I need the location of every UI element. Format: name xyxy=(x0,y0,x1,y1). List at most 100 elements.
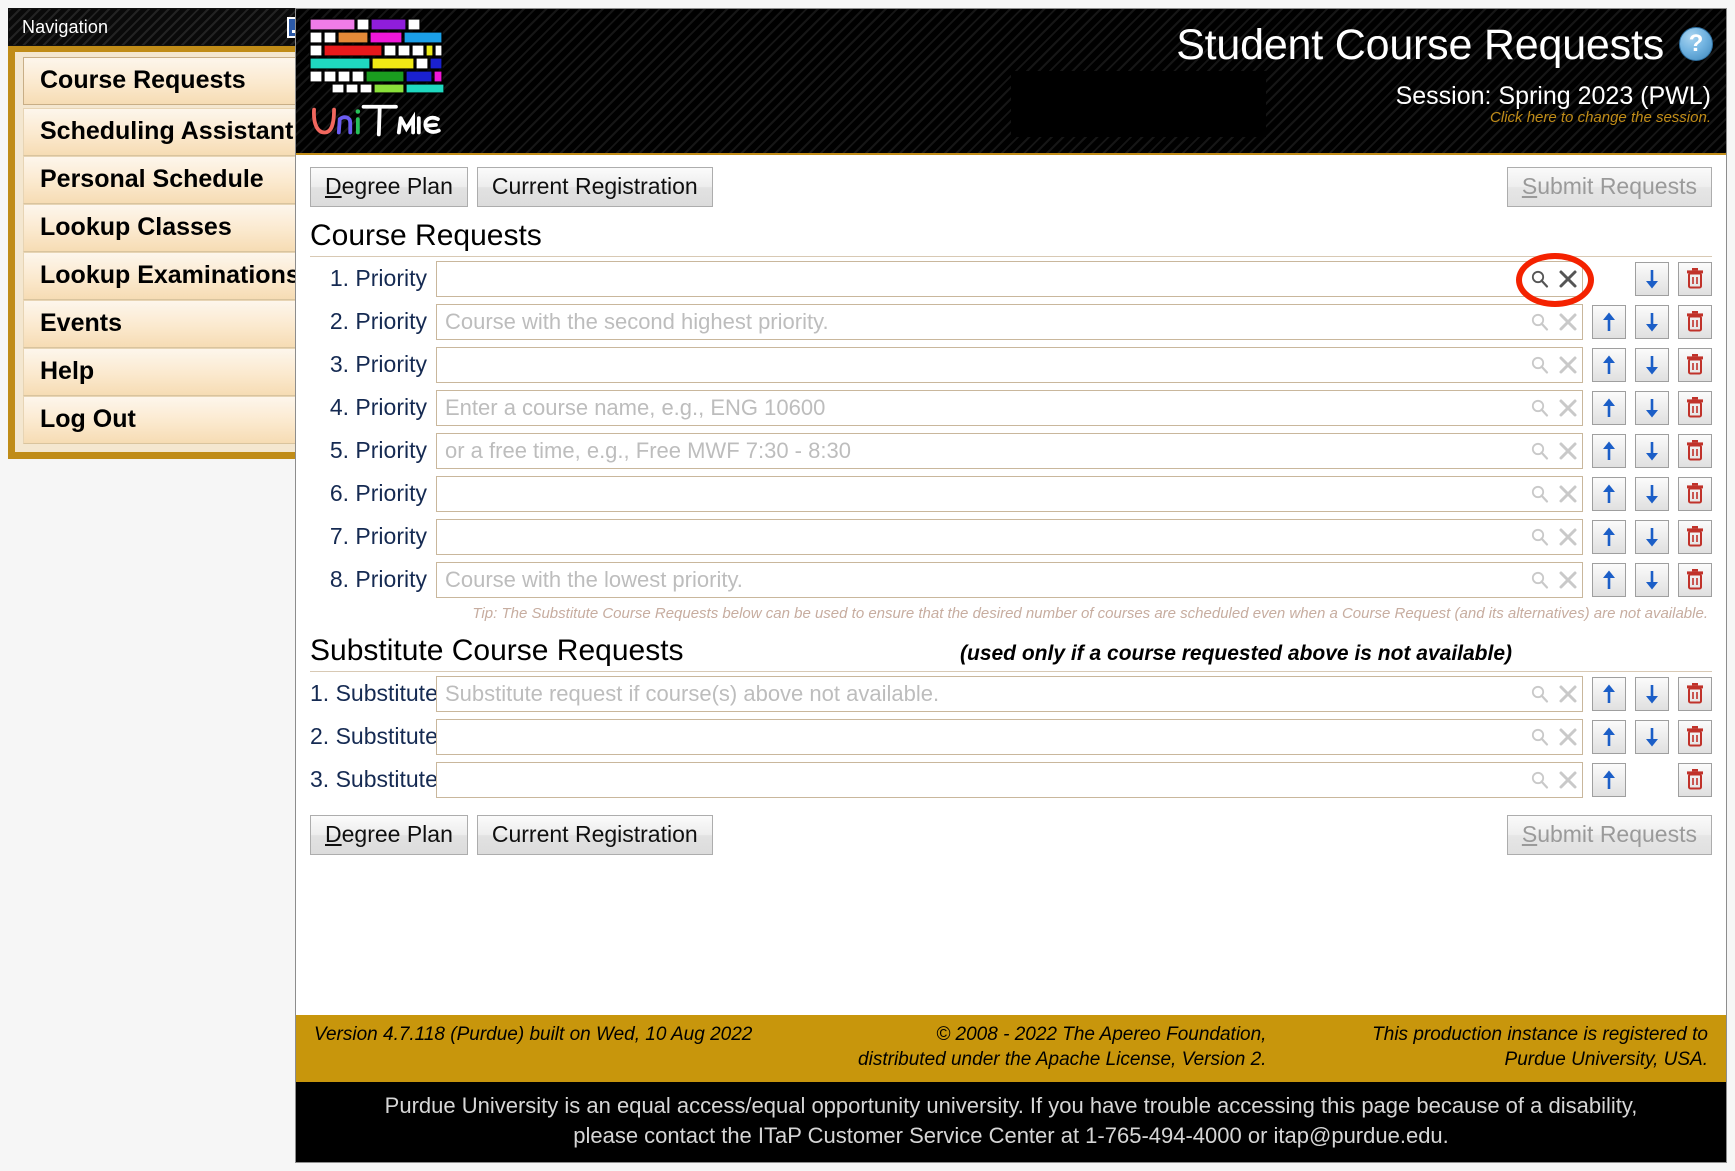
submit-accesskey: S xyxy=(1521,173,1538,199)
trash-icon[interactable] xyxy=(1678,476,1712,511)
clear-icon[interactable] xyxy=(1554,264,1582,294)
clear-icon[interactable] xyxy=(1554,522,1582,552)
search-icon[interactable] xyxy=(1526,436,1554,466)
search-icon[interactable] xyxy=(1526,350,1554,380)
course-request-input[interactable] xyxy=(437,520,1526,553)
sidebar-item-label: Course Requests xyxy=(40,66,246,94)
sidebar-item-lookup-examinations[interactable]: Lookup Examinations xyxy=(23,252,303,300)
arrow-up-icon[interactable] xyxy=(1592,304,1626,339)
search-icon[interactable] xyxy=(1526,765,1554,795)
sidebar-item-personal-schedule[interactable]: Personal Schedule xyxy=(23,156,303,204)
arrow-down-icon[interactable] xyxy=(1635,433,1669,468)
current-registration-button-bottom[interactable]: Current Registration xyxy=(476,815,713,856)
sidebar-item-course-requests[interactable]: Course Requests xyxy=(23,57,303,105)
request-row-label: 8. Priority xyxy=(329,566,427,593)
arrow-up-icon[interactable] xyxy=(1592,519,1626,554)
unitime-logo[interactable] xyxy=(308,17,450,144)
trash-icon[interactable] xyxy=(1678,519,1712,554)
search-icon[interactable] xyxy=(1526,307,1554,337)
sidebar-item-lookup-classes[interactable]: Lookup Classes xyxy=(23,204,303,252)
sidebar-item-scheduling-assistant[interactable]: Scheduling Assistant xyxy=(23,108,303,156)
search-icon[interactable] xyxy=(1526,722,1554,752)
clear-icon[interactable] xyxy=(1554,307,1582,337)
main-window: Student Course Requests ? Session: Sprin… xyxy=(295,8,1727,1163)
arrow-down-icon[interactable] xyxy=(1635,719,1669,754)
trash-icon[interactable] xyxy=(1678,562,1712,597)
top-toolbar: Degree Plan Current Registration Submit … xyxy=(310,167,1712,208)
trash-icon[interactable] xyxy=(1678,390,1712,425)
course-request-input[interactable] xyxy=(437,763,1526,796)
clear-icon[interactable] xyxy=(1554,393,1582,423)
arrow-up-icon[interactable] xyxy=(1592,562,1626,597)
arrow-down-icon[interactable] xyxy=(1635,304,1669,339)
request-row: 2. Priority xyxy=(310,300,1712,343)
substitute-requests-list: 1. Substitute 2. Substitute 3. Substitute xyxy=(310,672,1712,801)
arrow-down-icon[interactable] xyxy=(1635,676,1669,711)
trash-icon[interactable] xyxy=(1678,261,1712,296)
trash-icon[interactable] xyxy=(1678,433,1712,468)
course-request-input[interactable] xyxy=(437,720,1526,753)
search-icon[interactable] xyxy=(1526,479,1554,509)
clear-icon[interactable] xyxy=(1554,479,1582,509)
arrow-up-icon[interactable] xyxy=(1592,762,1626,797)
clear-icon[interactable] xyxy=(1554,565,1582,595)
clear-icon[interactable] xyxy=(1554,436,1582,466)
search-icon[interactable] xyxy=(1526,679,1554,709)
degree-plan-button[interactable]: Degree Plan xyxy=(310,167,468,208)
trash-icon[interactable] xyxy=(1678,676,1712,711)
trash-icon[interactable] xyxy=(1678,719,1712,754)
help-icon[interactable]: ? xyxy=(1679,27,1713,61)
search-icon[interactable] xyxy=(1526,393,1554,423)
arrow-down-icon[interactable] xyxy=(1635,519,1669,554)
sidebar-item-label: Lookup Classes xyxy=(40,213,232,241)
arrow-down-icon[interactable] xyxy=(1635,390,1669,425)
search-icon[interactable] xyxy=(1526,565,1554,595)
request-input-wrapper xyxy=(436,675,1583,712)
arrow-down-icon[interactable] xyxy=(1635,347,1669,382)
arrow-up-placeholder xyxy=(1592,262,1626,296)
arrow-down-icon[interactable] xyxy=(1635,261,1669,296)
arrow-up-icon[interactable] xyxy=(1592,676,1626,711)
course-request-input[interactable] xyxy=(437,434,1526,467)
clear-icon[interactable] xyxy=(1554,679,1582,709)
arrow-down-icon[interactable] xyxy=(1635,476,1669,511)
arrow-up-icon[interactable] xyxy=(1592,476,1626,511)
page-content: Degree Plan Current Registration Submit … xyxy=(296,155,1726,856)
arrow-up-icon[interactable] xyxy=(1592,433,1626,468)
request-input-wrapper xyxy=(436,260,1583,297)
course-requests-list: 1. Priority 2. Priority 3. Priority 4. Prio… xyxy=(310,257,1712,601)
clear-icon[interactable] xyxy=(1554,350,1582,380)
degree-plan-button-bottom[interactable]: Degree Plan xyxy=(310,815,468,856)
arrow-down-icon[interactable] xyxy=(1635,562,1669,597)
trash-icon[interactable] xyxy=(1678,304,1712,339)
course-request-input[interactable] xyxy=(437,477,1526,510)
arrow-up-icon[interactable] xyxy=(1592,390,1626,425)
redacted-region xyxy=(1011,71,1266,137)
request-row-label: 1. Priority xyxy=(329,265,427,292)
clear-icon[interactable] xyxy=(1554,765,1582,795)
course-request-input[interactable] xyxy=(437,348,1526,381)
arrow-up-icon[interactable] xyxy=(1592,719,1626,754)
course-request-input[interactable] xyxy=(437,262,1526,295)
submit-requests-button[interactable]: Submit Requests xyxy=(1506,167,1712,208)
search-icon[interactable] xyxy=(1526,522,1554,552)
trash-icon[interactable] xyxy=(1678,762,1712,797)
sidebar-item-log-out[interactable]: Log Out xyxy=(23,396,303,444)
course-request-input[interactable] xyxy=(437,677,1526,710)
course-request-input[interactable] xyxy=(437,305,1526,338)
version-footer: Version 4.7.118 (Purdue) built on Wed, 1… xyxy=(296,1014,1726,1082)
search-icon[interactable] xyxy=(1526,264,1554,294)
clear-icon[interactable] xyxy=(1554,722,1582,752)
course-requests-heading: Course Requests xyxy=(310,219,542,253)
arrow-up-icon[interactable] xyxy=(1592,347,1626,382)
trash-icon[interactable] xyxy=(1678,347,1712,382)
registration-text: This production instance is registered t… xyxy=(1372,1022,1708,1073)
request-input-wrapper xyxy=(436,432,1583,469)
sidebar-item-help[interactable]: Help xyxy=(23,348,303,396)
change-session-link[interactable]: Click here to change the session. xyxy=(1490,109,1711,126)
sidebar-item-events[interactable]: Events xyxy=(23,300,303,348)
submit-requests-button-bottom[interactable]: Submit Requests xyxy=(1506,815,1712,856)
course-request-input[interactable] xyxy=(437,563,1526,596)
current-registration-button[interactable]: Current Registration xyxy=(476,167,713,208)
course-request-input[interactable] xyxy=(437,391,1526,424)
